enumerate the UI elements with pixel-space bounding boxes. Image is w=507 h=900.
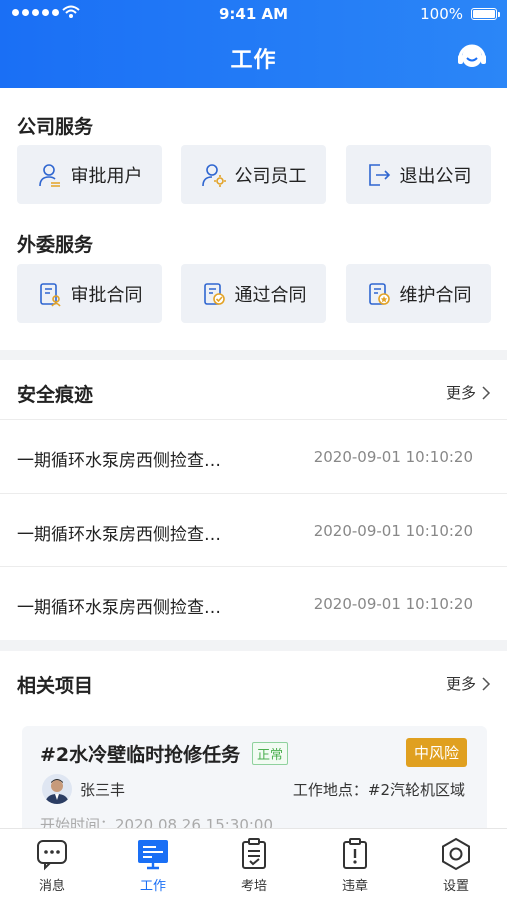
company-services-title: 公司服务 xyxy=(17,116,94,138)
list-item[interactable]: 一期循环水泵房西侧捡查… 2020-09-01 10:10:20 xyxy=(0,566,507,639)
approved-contract-icon xyxy=(203,282,225,305)
company-employee-label: 公司员工 xyxy=(234,165,307,187)
customer-service-icon[interactable] xyxy=(455,40,489,74)
trace-text: 一期循环水泵房西侧捡查… xyxy=(17,598,221,618)
trace-date: 2020-09-01 10:10:20 xyxy=(313,522,473,540)
person-name: 张三丰 xyxy=(80,781,126,799)
trace-text: 一期循环水泵房西侧捡查… xyxy=(17,451,221,471)
projects-header: 相关项目 更多 xyxy=(0,651,507,717)
outsource-services-title: 外委服务 xyxy=(17,234,94,256)
app-header: 9:41 AM 100% 工作 xyxy=(0,0,507,88)
safety-traces-header: 安全痕迹 更多 xyxy=(0,360,507,426)
approved-contract-button[interactable]: 通过合同 xyxy=(181,264,326,323)
trace-text: 一期循环水泵房西侧捡查… xyxy=(17,525,221,545)
tab-label: 消息 xyxy=(38,879,65,894)
work-icon xyxy=(138,840,168,870)
safety-traces-more-link[interactable]: 更多 xyxy=(446,382,491,403)
maintain-contract-icon xyxy=(368,282,390,305)
exit-icon xyxy=(368,163,390,186)
list-item[interactable]: 一期循环水泵房西侧捡查… 2020-09-01 10:10:20 xyxy=(0,493,507,566)
approve-user-button[interactable]: 审批用户 xyxy=(17,145,162,204)
trace-date: 2020-09-01 10:10:20 xyxy=(313,448,473,466)
maintain-contract-label: 维护合同 xyxy=(399,284,472,306)
approve-user-label: 审批用户 xyxy=(70,165,143,187)
company-employee-button[interactable]: 公司员工 xyxy=(181,145,326,204)
tab-label: 设置 xyxy=(442,879,469,894)
more-label: 更多 xyxy=(445,384,476,402)
tab-work[interactable]: 工作 xyxy=(113,837,193,894)
settings-icon xyxy=(442,837,470,871)
tab-label: 工作 xyxy=(139,879,166,894)
tab-label: 考培 xyxy=(240,879,267,894)
approve-contract-label: 审批合同 xyxy=(70,284,143,306)
projects-more-link[interactable]: 更多 xyxy=(446,673,491,694)
status-bar: 9:41 AM 100% xyxy=(0,0,507,28)
exit-company-button[interactable]: 退出公司 xyxy=(346,145,491,204)
approve-user-icon xyxy=(38,163,60,187)
more-label: 更多 xyxy=(445,675,476,693)
page-title: 工作 xyxy=(230,48,277,73)
tab-settings[interactable]: 设置 xyxy=(416,837,496,894)
maintain-contract-button[interactable]: 维护合同 xyxy=(346,264,491,323)
tab-label: 违章 xyxy=(341,879,368,894)
tab-exam[interactable]: 考培 xyxy=(214,837,294,894)
chevron-right-icon xyxy=(482,385,491,400)
risk-badge: 中风险 xyxy=(405,738,467,767)
battery-percent: 100% xyxy=(420,5,463,23)
employee-icon xyxy=(201,163,226,187)
violation-icon xyxy=(343,838,367,869)
bottom-tab-bar: 消息 工作 考培 违章 设置 xyxy=(0,828,507,900)
exam-icon xyxy=(242,838,266,869)
tab-messages[interactable]: 消息 xyxy=(12,837,92,894)
avatar xyxy=(42,774,72,804)
project-name: #2水冷壁临时抢修任务 xyxy=(40,744,241,766)
approve-contract-button[interactable]: 审批合同 xyxy=(17,264,162,323)
status-badge: 正常 xyxy=(252,742,289,765)
chevron-right-icon xyxy=(482,676,491,691)
tab-violation[interactable]: 违章 xyxy=(315,837,395,894)
message-icon xyxy=(37,840,67,871)
battery-icon xyxy=(471,8,500,20)
safety-traces-title: 安全痕迹 xyxy=(17,384,94,406)
list-item[interactable]: 一期循环水泵房西侧捡查… 2020-09-01 10:10:20 xyxy=(0,419,507,492)
work-location: 工作地点：#2汽轮机区域 xyxy=(292,781,465,799)
projects-title: 相关项目 xyxy=(17,675,94,697)
exit-company-label: 退出公司 xyxy=(399,165,472,187)
services-panel: 公司服务 审批用户 公司员工 退出公司 外委服务 审批合同 通过合同 维护合同 xyxy=(0,88,507,350)
trace-date: 2020-09-01 10:10:20 xyxy=(313,595,473,613)
safety-traces-panel: 安全痕迹 更多 一期循环水泵房西侧捡查… 2020-09-01 10:10:20… xyxy=(0,360,507,640)
approved-contract-label: 通过合同 xyxy=(234,284,307,306)
approve-contract-icon xyxy=(39,282,61,307)
